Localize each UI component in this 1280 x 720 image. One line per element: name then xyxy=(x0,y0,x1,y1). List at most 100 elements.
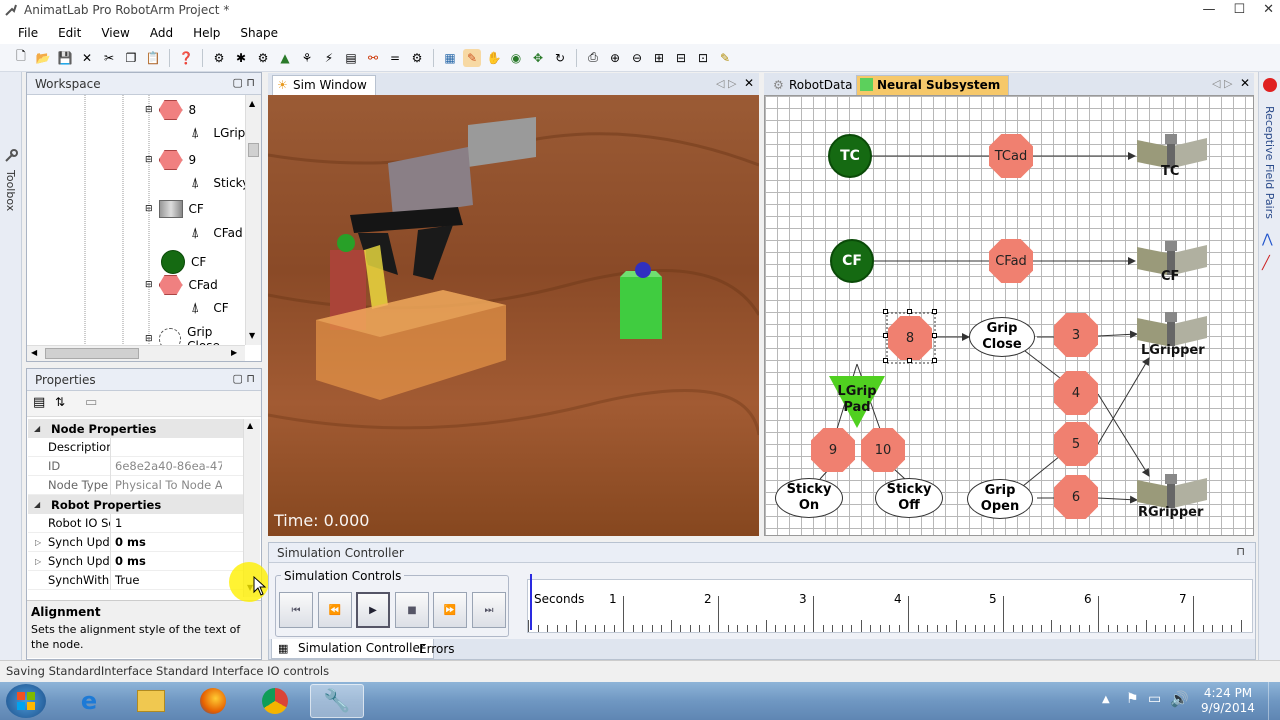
receptive-field-label[interactable]: Receptive Field Pairs xyxy=(1263,106,1276,219)
property-value[interactable]: 0 ms xyxy=(110,532,222,552)
copy-icon[interactable]: ❐ xyxy=(122,49,140,67)
cut-icon[interactable]: ✂ xyxy=(100,49,118,67)
property-row[interactable]: ▷Synch Update0 ms xyxy=(28,551,243,571)
neuron-tc[interactable]: TC xyxy=(828,134,872,178)
close-sim-window-icon[interactable]: ✕ xyxy=(744,76,754,90)
property-row[interactable]: Robot IO Scale1 xyxy=(28,513,243,533)
add-part-icon[interactable]: ⚙ xyxy=(210,49,228,67)
tree-item[interactable]: ⊟ CFad xyxy=(145,275,218,295)
globe-icon[interactable]: ◉ xyxy=(507,49,525,67)
neural-canvas[interactable]: TC CF TCad CFad 8 3 4 5 6 9 10 Grip Clos… xyxy=(764,95,1254,536)
neuron-cfad[interactable]: CFad xyxy=(989,239,1033,283)
property-row[interactable]: ▷Synch Update0 ms xyxy=(28,532,243,552)
property-value[interactable]: 1 xyxy=(110,513,222,533)
volume-icon[interactable]: 🔊 xyxy=(1170,690,1189,708)
hand-icon[interactable]: ✋ xyxy=(485,49,503,67)
pin-icon[interactable]: ▢ ⊓ xyxy=(233,76,255,89)
pen-icon[interactable]: ╱ xyxy=(1262,256,1270,271)
add-joint-icon[interactable]: ✱ xyxy=(232,49,250,67)
stop-button[interactable]: ■ xyxy=(395,592,429,628)
tab-robotdata[interactable]: ⚙ RobotData xyxy=(768,75,862,95)
align-icon[interactable]: ⊞ xyxy=(650,49,668,67)
close-neural-icon[interactable]: ✕ xyxy=(1240,76,1250,90)
property-row[interactable]: Description xyxy=(28,437,243,457)
firefox-taskbar-button[interactable] xyxy=(186,684,240,718)
play-button[interactable]: ▶ xyxy=(356,592,390,628)
sort-az-icon[interactable]: ⇅ xyxy=(55,395,65,409)
menu-help[interactable]: Help xyxy=(183,26,230,40)
tab-sim-window[interactable]: ☀ Sim Window xyxy=(272,75,376,95)
clock[interactable]: 4:24 PM 9/9/2014 xyxy=(1196,686,1260,716)
tree-item[interactable]: ⍋Sticky xyxy=(191,175,245,191)
neuron-5[interactable]: 5 xyxy=(1054,422,1098,466)
comment-icon[interactable]: ✎ xyxy=(716,49,734,67)
neuron-10[interactable]: 10 xyxy=(861,428,905,472)
start-button[interactable] xyxy=(6,684,46,718)
network-icon[interactable]: ▭ xyxy=(1148,691,1161,707)
property-row[interactable]: Node Type Physical To Node Ad xyxy=(28,475,243,495)
workspace-vscroll[interactable]: ▲ ▼ xyxy=(245,95,261,345)
property-row[interactable]: SynchWithRobTrue xyxy=(28,570,243,590)
gear-icon[interactable]: ⚙ xyxy=(408,49,426,67)
equals-icon[interactable]: = xyxy=(386,49,404,67)
lgrip-pad-node[interactable]: LGrip Pad xyxy=(829,376,885,428)
pin-icon[interactable]: ⊓ xyxy=(1236,545,1245,558)
chrome-taskbar-button[interactable] xyxy=(248,684,302,718)
zoom-out-icon[interactable]: ⊖ xyxy=(628,49,646,67)
neuron-grip-open[interactable]: Grip Open xyxy=(967,479,1033,519)
stimulus-icon[interactable]: ⚡ xyxy=(320,49,338,67)
new-icon[interactable]: 🗋 xyxy=(12,49,30,67)
expand-icon[interactable]: ▷ xyxy=(35,557,41,566)
neuron-6[interactable]: 6 xyxy=(1054,475,1098,519)
toolbox-label[interactable]: Toolbox xyxy=(4,170,17,211)
tab-simulation-controller[interactable]: ▦ Simulation Controller xyxy=(271,639,434,659)
neuron-tcad[interactable]: TCad xyxy=(989,134,1033,178)
distribute-icon[interactable]: ⊟ xyxy=(672,49,690,67)
skip-to-end-button[interactable]: ⏭ xyxy=(472,592,506,628)
layers-icon[interactable]: ▦ xyxy=(441,49,459,67)
property-value[interactable]: Physical To Node Ad xyxy=(110,475,222,495)
pin-icon[interactable]: ▢ ⊓ xyxy=(233,372,255,385)
neuron-4[interactable]: 4 xyxy=(1054,371,1098,415)
structure-icon[interactable]: ▲ xyxy=(276,49,294,67)
print-icon[interactable]: ⎙ xyxy=(584,49,602,67)
menu-shape[interactable]: Shape xyxy=(230,26,288,40)
rotate-icon[interactable]: ↻ xyxy=(551,49,569,67)
property-row[interactable]: ID 6e8e2a40-86ea-47c0- xyxy=(28,456,243,476)
tree-item[interactable]: ⍋ CF xyxy=(191,300,229,316)
motor-lgripper[interactable] xyxy=(1137,310,1207,346)
ie-taskbar-button[interactable]: e xyxy=(62,684,116,718)
property-value[interactable]: 0 ms xyxy=(110,551,222,571)
timeline-marker[interactable] xyxy=(530,574,532,630)
record-icon[interactable] xyxy=(1263,78,1277,92)
toolbox-strip[interactable]: Toolbox xyxy=(0,72,22,660)
step-forward-button[interactable]: ⏩ xyxy=(433,592,467,628)
tree-item[interactable]: ⍋ LGrip xyxy=(191,125,245,141)
menu-view[interactable]: View xyxy=(91,26,139,40)
property-value[interactable]: 6e8e2a40-86ea-47c0- xyxy=(110,456,222,476)
close-button[interactable]: ✕ xyxy=(1263,2,1274,17)
tab-neural-subsystem[interactable]: Neural Subsystem xyxy=(856,75,1010,95)
workspace-hscroll[interactable]: ◀ ▶ xyxy=(27,345,245,361)
zoom-in-icon[interactable]: ⊕ xyxy=(606,49,624,67)
motor-rgripper[interactable] xyxy=(1137,472,1207,508)
chart-icon[interactable]: ▤ xyxy=(342,49,360,67)
tree-item[interactable]: ⊟ CF xyxy=(145,200,204,218)
grid-icon[interactable]: ⊡ xyxy=(694,49,712,67)
organism-icon[interactable]: ⚘ xyxy=(298,49,316,67)
neuron-cf[interactable]: CF xyxy=(830,239,874,283)
show-desktop-button[interactable] xyxy=(1268,682,1280,720)
link-icon[interactable]: ⚯ xyxy=(364,49,382,67)
tab-nav-icons[interactable]: ◁ ▷ xyxy=(716,77,736,90)
neuron-9[interactable]: 9 xyxy=(811,428,855,472)
skip-to-start-button[interactable]: ⏮ xyxy=(279,592,313,628)
sim-viewport[interactable]: Time: 0.000 xyxy=(268,95,759,536)
expand-icon[interactable]: ▷ xyxy=(35,538,41,547)
step-back-button[interactable]: ⏪ xyxy=(318,592,352,628)
minimize-button[interactable]: — xyxy=(1202,2,1215,17)
help-icon[interactable]: ❓ xyxy=(177,49,195,67)
neural-tab-nav-icons[interactable]: ◁ ▷ xyxy=(1212,77,1232,90)
tree-item[interactable]: ⊟ 8 xyxy=(145,100,196,120)
tab-errors[interactable]: Errors xyxy=(419,642,455,656)
collapse-icon[interactable]: ◢ xyxy=(34,424,40,433)
